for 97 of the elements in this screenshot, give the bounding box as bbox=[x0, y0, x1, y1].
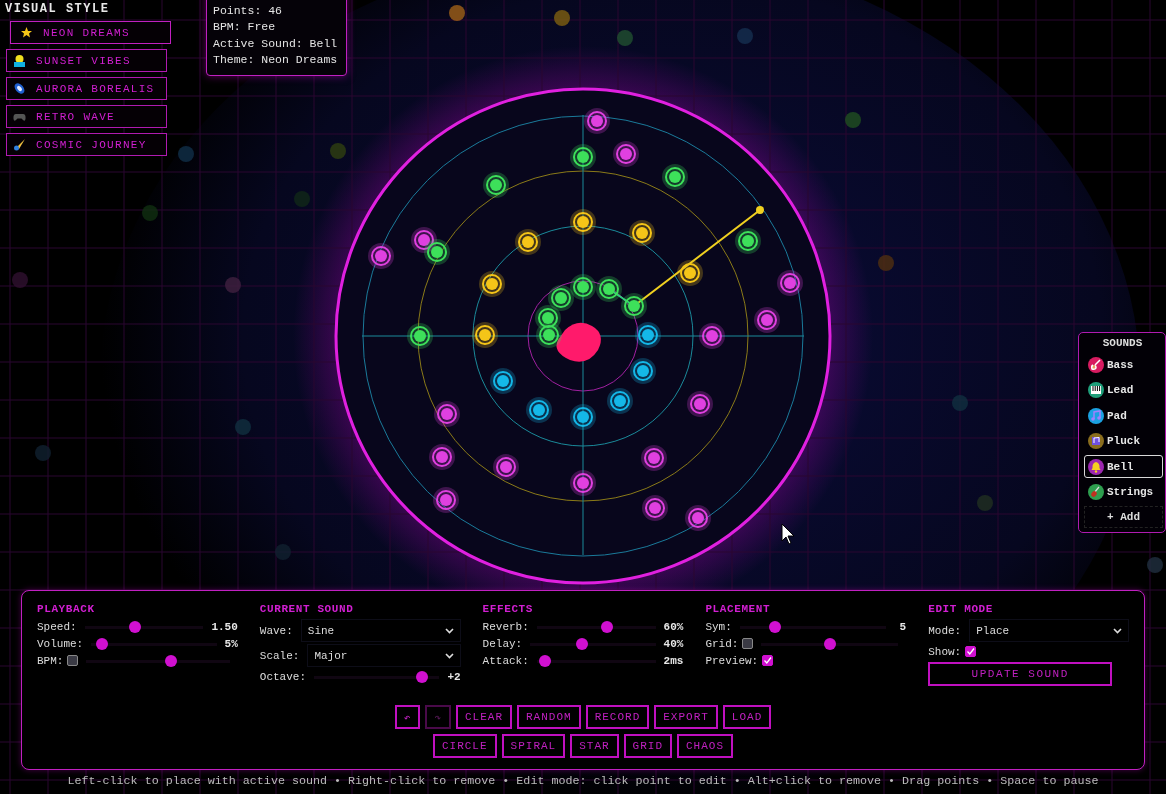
value-text: 5% bbox=[224, 637, 238, 650]
info-text: Points: 46 bbox=[213, 3, 283, 19]
action-button[interactable]: RANDOM bbox=[517, 705, 581, 729]
glow-dot bbox=[142, 205, 158, 221]
panel-title: VISUAL STYLE bbox=[5, 2, 111, 16]
chevron-down-icon bbox=[444, 627, 454, 634]
glow-dot bbox=[1147, 557, 1163, 573]
slider-thumb[interactable] bbox=[823, 637, 836, 650]
control-label: BPM: bbox=[37, 654, 64, 667]
glow-dot bbox=[952, 395, 968, 411]
section-title: CURRENT SOUND bbox=[259, 603, 355, 615]
value-text: 60% bbox=[663, 620, 684, 633]
value-text: 5 bbox=[898, 620, 907, 633]
theme-button[interactable]: NEON DREAMS bbox=[10, 21, 171, 44]
control-label: Octave: bbox=[259, 670, 306, 683]
action-button[interactable]: CLEAR bbox=[456, 705, 512, 729]
dropdown[interactable]: Major bbox=[307, 644, 461, 667]
value-text: 2ms bbox=[663, 654, 684, 667]
glow-dot bbox=[275, 544, 291, 560]
section-title: EFFECTS bbox=[482, 603, 534, 615]
galaxy-icon bbox=[13, 82, 26, 95]
control-label: Speed: bbox=[37, 620, 77, 633]
info-text: BPM: Free bbox=[213, 19, 277, 36]
slider-thumb[interactable] bbox=[575, 637, 588, 650]
glow-dot bbox=[554, 10, 570, 26]
glow-dot bbox=[178, 146, 194, 162]
slider-thumb[interactable] bbox=[165, 654, 178, 667]
control-label: Attack: bbox=[482, 654, 529, 667]
checkbox[interactable] bbox=[965, 646, 977, 657]
action-button[interactable]: EXPORT bbox=[654, 705, 718, 729]
glow-dot bbox=[235, 419, 251, 435]
action-button[interactable]: SPIRAL bbox=[501, 734, 566, 758]
section-title: PLAYBACK bbox=[37, 603, 96, 615]
sunset-icon bbox=[13, 54, 26, 67]
action-button[interactable]: LOAD bbox=[722, 705, 772, 729]
info-text: Active Sound: Bell bbox=[213, 35, 339, 52]
action-button[interactable]: GRID bbox=[623, 734, 672, 758]
chevron-down-icon bbox=[1113, 627, 1122, 634]
theme-button[interactable]: SUNSET VIBES bbox=[6, 49, 167, 72]
sound-item[interactable]: Lead bbox=[1084, 378, 1163, 402]
sound-item[interactable]: Bell bbox=[1084, 455, 1163, 478]
slider-thumb[interactable] bbox=[538, 654, 551, 667]
slider-thumb[interactable] bbox=[416, 670, 429, 683]
checkbox[interactable] bbox=[742, 638, 754, 649]
control-label: Volume: bbox=[37, 637, 84, 650]
glow-dot bbox=[878, 255, 894, 271]
control-label: Reverb: bbox=[482, 620, 529, 633]
dropdown[interactable]: Sine bbox=[300, 619, 461, 642]
glow-dot bbox=[294, 191, 310, 207]
theme-button[interactable]: AURORA BOREALIS bbox=[6, 77, 167, 100]
section-title: PLACEMENT bbox=[705, 603, 772, 615]
sound-item[interactable]: Bass bbox=[1084, 353, 1163, 376]
control-label: Delay: bbox=[482, 637, 523, 650]
slider-thumb[interactable] bbox=[129, 620, 142, 633]
slider-thumb[interactable] bbox=[95, 637, 108, 650]
checkbox[interactable] bbox=[762, 655, 774, 666]
value-text: 1.50 bbox=[211, 620, 238, 633]
sound-item[interactable]: Pluck bbox=[1084, 429, 1163, 453]
cursor-icon bbox=[781, 523, 795, 545]
action-button[interactable]: ↶ bbox=[394, 705, 421, 729]
sound-item[interactable]: Strings bbox=[1084, 480, 1163, 504]
update-sound-button[interactable]: UPDATE SOUND bbox=[928, 662, 1113, 686]
sound-item[interactable]: Pad bbox=[1084, 404, 1163, 427]
action-button[interactable]: STAR bbox=[570, 734, 619, 758]
panel-title: SOUNDS bbox=[1101, 337, 1144, 349]
control-label: Sym: bbox=[705, 620, 732, 633]
control-label: Show: bbox=[928, 645, 962, 658]
glow-dot bbox=[737, 28, 753, 44]
glow-dot bbox=[330, 143, 346, 159]
star-icon bbox=[20, 26, 33, 39]
control-label: Mode: bbox=[928, 624, 962, 637]
glow-dot bbox=[225, 277, 241, 293]
control-label: Wave: bbox=[259, 624, 293, 637]
glow-dot bbox=[977, 495, 993, 511]
chevron-down-icon bbox=[444, 652, 454, 659]
control-label: Scale: bbox=[259, 649, 300, 662]
control-label: Preview: bbox=[705, 654, 759, 667]
action-button[interactable]: CIRCLE bbox=[432, 734, 497, 758]
action-button[interactable]: CHAOS bbox=[677, 734, 733, 758]
help-text: Left-click to place with active sound • Right-click to remove • Edit mode: click point to edit • Alt+click to remove • Drag points • Space to pause bbox=[66, 774, 1100, 788]
dropdown[interactable]: Place bbox=[969, 619, 1129, 642]
info-text: Theme: Neon Dreams bbox=[213, 52, 339, 69]
glow-dot bbox=[35, 445, 51, 461]
value-text: +2 bbox=[447, 670, 461, 683]
value-text: 40% bbox=[663, 637, 684, 650]
glow-dot bbox=[617, 30, 633, 46]
slider-thumb[interactable] bbox=[769, 620, 782, 633]
section-title: EDIT MODE bbox=[928, 603, 994, 615]
slider-thumb[interactable] bbox=[600, 620, 613, 633]
glow-dot bbox=[845, 112, 861, 128]
theme-button[interactable]: RETRO WAVE bbox=[6, 105, 167, 128]
checkbox[interactable] bbox=[67, 655, 79, 666]
control-label: Grid: bbox=[705, 637, 739, 650]
action-button[interactable]: RECORD bbox=[585, 705, 650, 729]
add-sound-button[interactable]: + Add bbox=[1084, 506, 1163, 528]
glow-dot bbox=[449, 5, 465, 21]
theme-button[interactable]: COSMIC JOURNEY bbox=[6, 133, 167, 156]
